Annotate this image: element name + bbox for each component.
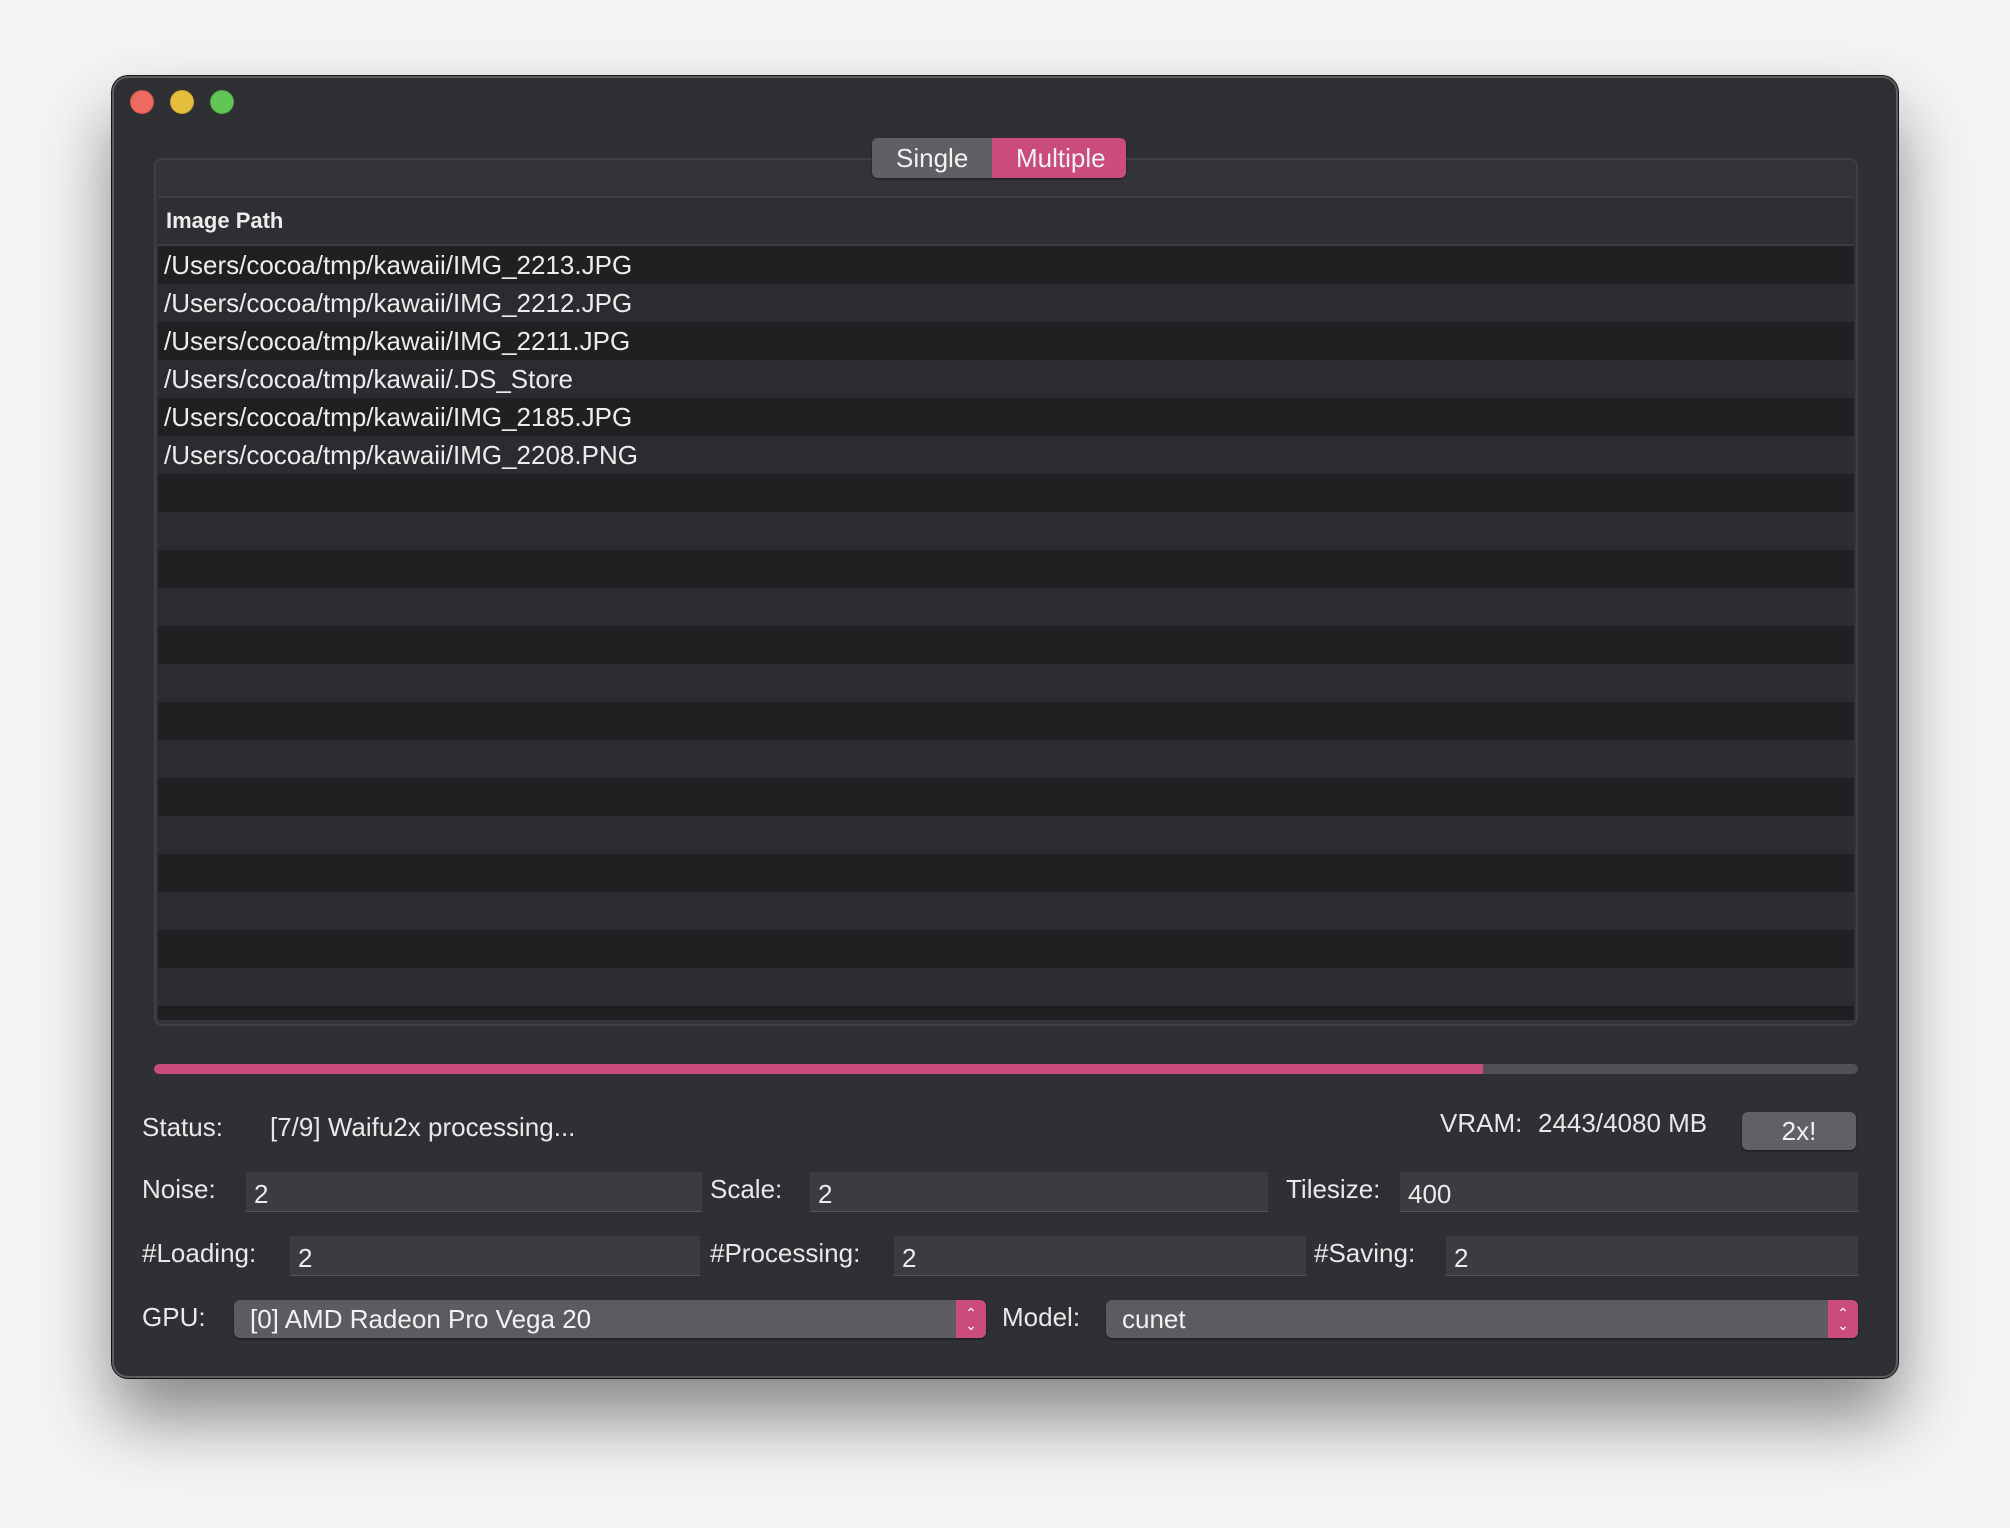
table-row[interactable]	[158, 816, 1854, 854]
status-text: [7/9] Waifu2x processing...	[270, 1112, 576, 1142]
progress-bar	[154, 1064, 1858, 1074]
tilesize-field[interactable]: 400	[1400, 1172, 1858, 1212]
table-row[interactable]	[158, 778, 1854, 816]
table-row[interactable]: /Users/cocoa/tmp/kawaii/IMG_2211.JPG	[158, 322, 1854, 360]
gpu-select-value: [0] AMD Radeon Pro Vega 20	[250, 1304, 592, 1334]
desktop-background: Single Multiple Image Path /Users/cocoa/…	[0, 0, 2010, 1528]
window-controls	[130, 90, 234, 114]
gpu-select-chevron-icon: ⌃ ⌄	[956, 1300, 986, 1338]
status-label: Status:	[142, 1112, 223, 1142]
loading-field[interactable]: 2	[290, 1236, 700, 1276]
gpu-label: GPU:	[142, 1302, 206, 1332]
vram-value: 2443/4080 MB	[1538, 1108, 1708, 1138]
tilesize-label: Tilesize:	[1286, 1174, 1381, 1204]
table-row[interactable]	[158, 512, 1854, 550]
table-body: /Users/cocoa/tmp/kawaii/IMG_2213.JPG/Use…	[158, 246, 1854, 1006]
model-select-value: cunet	[1122, 1304, 1186, 1334]
table-row[interactable]	[158, 740, 1854, 778]
maximize-window-button[interactable]	[210, 90, 234, 114]
table-row[interactable]	[158, 588, 1854, 626]
table-row[interactable]	[158, 854, 1854, 892]
gpu-select[interactable]: [0] AMD Radeon Pro Vega 20 ⌃ ⌄	[234, 1300, 986, 1338]
table-row[interactable]: /Users/cocoa/tmp/kawaii/.DS_Store	[158, 360, 1854, 398]
scale-label: Scale:	[710, 1174, 783, 1204]
column-header-image-path[interactable]: Image Path	[158, 196, 1854, 246]
tab-multiple[interactable]: Multiple	[992, 138, 1126, 178]
mode-segmented-control: Single Multiple	[872, 138, 1126, 178]
saving-label: #Saving:	[1314, 1238, 1416, 1268]
loading-label: #Loading:	[142, 1238, 257, 1268]
run-2x-button[interactable]: 2x!	[1742, 1112, 1856, 1150]
processing-label: #Processing:	[710, 1238, 861, 1268]
noise-label: Noise:	[142, 1174, 216, 1204]
table-row[interactable]	[158, 892, 1854, 930]
scale-field[interactable]: 2	[810, 1172, 1268, 1212]
table-row[interactable]: /Users/cocoa/tmp/kawaii/IMG_2185.JPG	[158, 398, 1854, 436]
image-path-table[interactable]: Image Path /Users/cocoa/tmp/kawaii/IMG_2…	[158, 196, 1854, 1020]
table-row[interactable]	[158, 930, 1854, 968]
progress-bar-fill	[154, 1064, 1484, 1074]
table-row[interactable]: /Users/cocoa/tmp/kawaii/IMG_2212.JPG	[158, 284, 1854, 322]
tab-single[interactable]: Single	[872, 138, 992, 178]
table-row[interactable]: /Users/cocoa/tmp/kawaii/IMG_2213.JPG	[158, 246, 1854, 284]
table-row[interactable]	[158, 474, 1854, 512]
noise-field[interactable]: 2	[246, 1172, 702, 1212]
table-row[interactable]	[158, 664, 1854, 702]
table-row[interactable]: /Users/cocoa/tmp/kawaii/IMG_2208.PNG	[158, 436, 1854, 474]
table-row[interactable]	[158, 626, 1854, 664]
table-row[interactable]	[158, 702, 1854, 740]
processing-field[interactable]: 2	[894, 1236, 1306, 1276]
minimize-window-button[interactable]	[170, 90, 194, 114]
vram-label: VRAM:	[1440, 1108, 1523, 1138]
close-window-button[interactable]	[130, 90, 154, 114]
saving-field[interactable]: 2	[1446, 1236, 1858, 1276]
model-select-chevron-icon: ⌃ ⌄	[1828, 1300, 1858, 1338]
table-row[interactable]	[158, 968, 1854, 1006]
model-label: Model:	[1002, 1302, 1081, 1332]
model-select[interactable]: cunet ⌃ ⌄	[1106, 1300, 1858, 1338]
app-window: Single Multiple Image Path /Users/cocoa/…	[112, 76, 1898, 1378]
table-row[interactable]	[158, 550, 1854, 588]
